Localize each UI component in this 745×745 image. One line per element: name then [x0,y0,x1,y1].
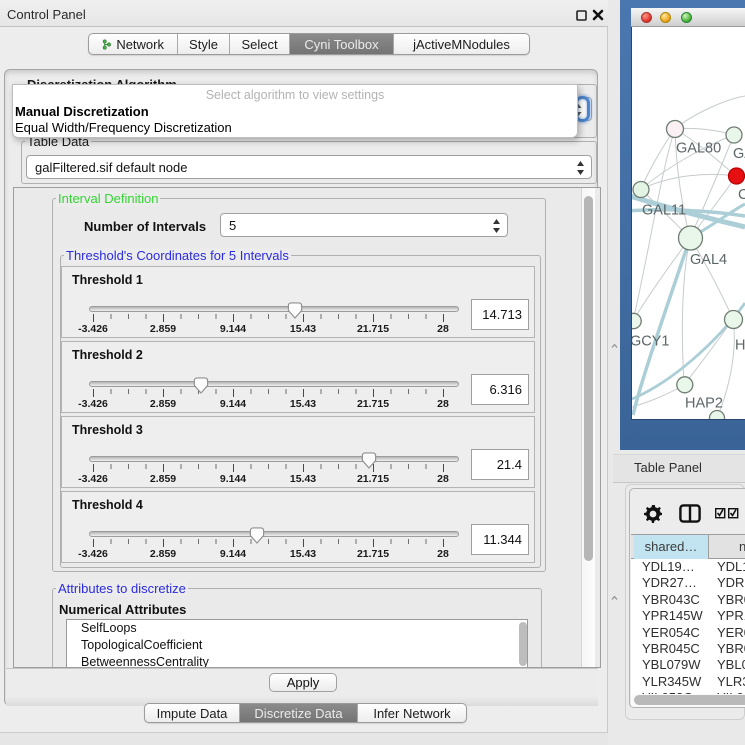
svg-text:H: H [735,338,745,354]
svg-text:GAL80: GAL80 [676,141,721,157]
svg-text:GA: GA [733,146,745,162]
svg-text:GAL4: GAL4 [690,252,727,268]
svg-text:HAP2: HAP2 [685,396,723,412]
svg-text:C: C [738,187,745,203]
svg-text:GAL11: GAL11 [642,203,686,219]
svg-text:GCY1: GCY1 [632,334,670,350]
